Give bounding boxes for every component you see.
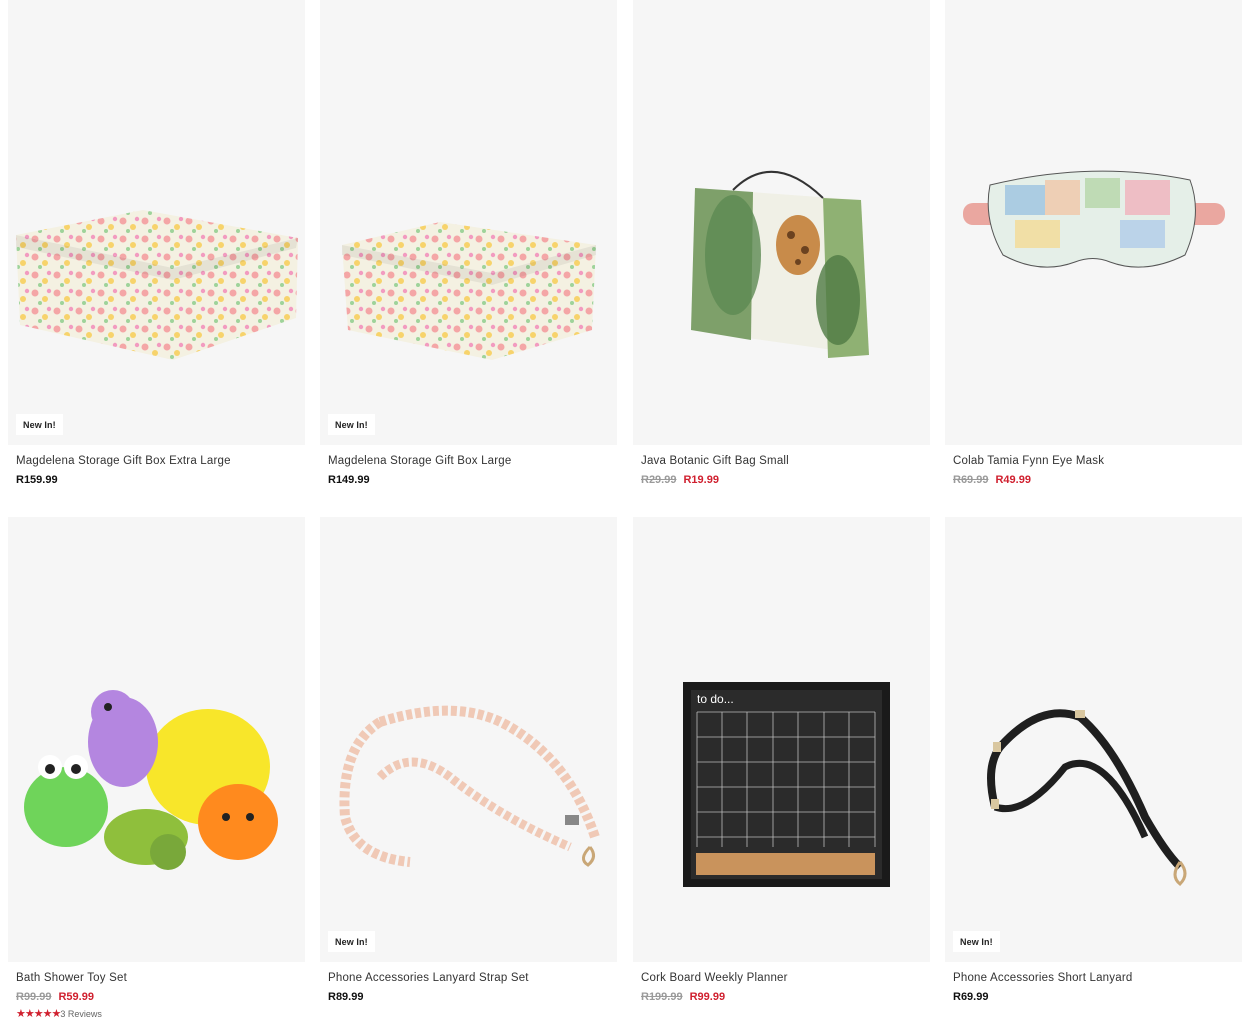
- lanyard-strap-image: [339, 705, 600, 867]
- star-rating-icon: ★★★★★: [16, 1008, 61, 1020]
- product-name[interactable]: Cork Board Weekly Planner: [641, 972, 788, 984]
- price: R149.99: [328, 474, 370, 486]
- product-price: R99.99 R59.99: [16, 991, 94, 1003]
- sale-price: R49.99: [995, 474, 1031, 486]
- product-name[interactable]: Colab Tamia Fynn Eye Mask: [953, 455, 1104, 467]
- original-price: R99.99: [16, 991, 52, 1003]
- product-name[interactable]: Bath Shower Toy Set: [16, 972, 127, 984]
- original-price: R199.99: [641, 991, 683, 1003]
- product-image-storage-box-xl[interactable]: New In!: [8, 0, 305, 445]
- new-in-badge: New In!: [328, 931, 375, 952]
- product-card[interactable]: New In! Magdelena Storage Gift Box Extra…: [8, 0, 305, 486]
- botanic-gift-bag-image: [691, 170, 869, 358]
- product-card[interactable]: to do... Cork Board Weekly Planner R199.…: [633, 517, 930, 1003]
- new-in-badge: New In!: [328, 414, 375, 435]
- product-card[interactable]: Colab Tamia Fynn Eye Mask R69.99 R49.99: [945, 0, 1242, 486]
- original-price: R29.99: [641, 474, 677, 486]
- product-price: R199.99 R99.99: [641, 991, 725, 1003]
- new-in-badge: New In!: [953, 931, 1000, 952]
- product-image-bath-toys[interactable]: [8, 517, 305, 962]
- price: R159.99: [16, 474, 58, 486]
- product-card[interactable]: New In! Phone Accessories Short Lanyard …: [945, 517, 1242, 1003]
- bath-toys-image: [24, 690, 278, 870]
- product-name[interactable]: Magdelena Storage Gift Box Large: [328, 455, 511, 467]
- product-name[interactable]: Magdelena Storage Gift Box Extra Large: [16, 455, 231, 467]
- product-card[interactable]: New In! Magdelena Storage Gift Box Large…: [320, 0, 617, 486]
- review-count: 3 Reviews: [60, 1009, 102, 1019]
- product-image-eye-mask[interactable]: [945, 0, 1242, 445]
- product-image-gift-bag[interactable]: [633, 0, 930, 445]
- eye-mask-image: [963, 170, 1225, 268]
- product-price: R69.99: [953, 991, 988, 1003]
- product-name[interactable]: Phone Accessories Lanyard Strap Set: [328, 972, 529, 984]
- product-grid: New In! Magdelena Storage Gift Box Extra…: [0, 0, 1250, 1036]
- short-lanyard-image: [987, 709, 1187, 887]
- product-image-lanyard-strap[interactable]: New In!: [320, 517, 617, 962]
- product-price: R89.99: [328, 991, 363, 1003]
- product-card[interactable]: Bath Shower Toy Set R99.99 R59.99 ★★★★★3 …: [8, 517, 305, 1020]
- product-name[interactable]: Java Botanic Gift Bag Small: [641, 455, 789, 467]
- floral-box-large-image: [342, 222, 596, 360]
- price: R89.99: [328, 991, 364, 1003]
- sale-price: R99.99: [689, 991, 726, 1003]
- new-in-badge: New In!: [16, 414, 63, 435]
- sale-price: R59.99: [58, 991, 94, 1003]
- product-price: R159.99: [16, 474, 58, 486]
- product-card[interactable]: New In! Phone Accessories Lanyard Strap …: [320, 517, 617, 1003]
- product-card[interactable]: Java Botanic Gift Bag Small R29.99 R19.99: [633, 0, 930, 486]
- original-price: R69.99: [953, 474, 989, 486]
- price: R69.99: [953, 991, 989, 1003]
- product-image-storage-box-large[interactable]: New In!: [320, 0, 617, 445]
- product-image-short-lanyard[interactable]: New In!: [945, 517, 1242, 962]
- cork-planner-image: to do...: [683, 682, 890, 887]
- planner-heading: to do...: [697, 692, 734, 706]
- product-price: R69.99 R49.99: [953, 474, 1031, 486]
- sale-price: R19.99: [683, 474, 719, 486]
- product-name[interactable]: Phone Accessories Short Lanyard: [953, 972, 1132, 984]
- floral-box-xl-image: [16, 210, 298, 360]
- product-price: R149.99: [328, 474, 370, 486]
- product-rating[interactable]: ★★★★★3 Reviews: [16, 1007, 102, 1020]
- product-price: R29.99 R19.99: [641, 474, 719, 486]
- product-image-cork-planner[interactable]: to do...: [633, 517, 930, 962]
